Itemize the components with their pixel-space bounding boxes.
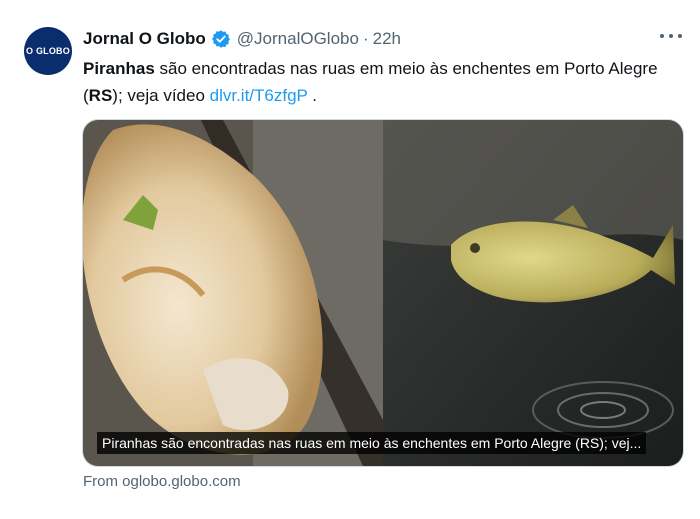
more-options-icon[interactable] (660, 28, 682, 44)
piranha-eye (470, 243, 480, 253)
avatar-logo-text: O GLOBO (26, 46, 70, 56)
tweet-header: Jornal O Globo @JornalOGlobo · 22h (83, 28, 401, 50)
media-thumbnail (83, 120, 683, 466)
more-dot (678, 34, 682, 38)
account-handle[interactable]: @JornalOGlobo (237, 29, 359, 49)
more-dot (669, 34, 673, 38)
verified-badge-icon[interactable] (211, 29, 231, 49)
tweet-text-bold-rs: RS (88, 86, 113, 105)
more-dot (660, 34, 664, 38)
media-caption: Piranhas são encontradas nas ruas em mei… (97, 432, 647, 454)
tweet-text-bold: Piranhas (83, 59, 155, 78)
tweet-text-end: . (307, 86, 318, 105)
tweet-link[interactable]: dlvr.it/T6zfgP (210, 86, 308, 105)
card-source[interactable]: From oglobo.globo.com (83, 473, 241, 490)
tweet-text-part: ); veja vídeo (112, 86, 210, 105)
account-name[interactable]: Jornal O Globo (83, 29, 206, 49)
tweet: O GLOBO Jornal O Globo @JornalOGlobo · 2… (0, 0, 700, 519)
separator-dot: · (362, 29, 369, 48)
tweet-timestamp[interactable]: 22h (373, 29, 401, 49)
account-avatar[interactable]: O GLOBO (24, 27, 72, 75)
tweet-text: Piranhas são encontradas nas ruas em mei… (83, 55, 673, 109)
media-card[interactable]: Piranhas são encontradas nas ruas em mei… (82, 119, 684, 467)
